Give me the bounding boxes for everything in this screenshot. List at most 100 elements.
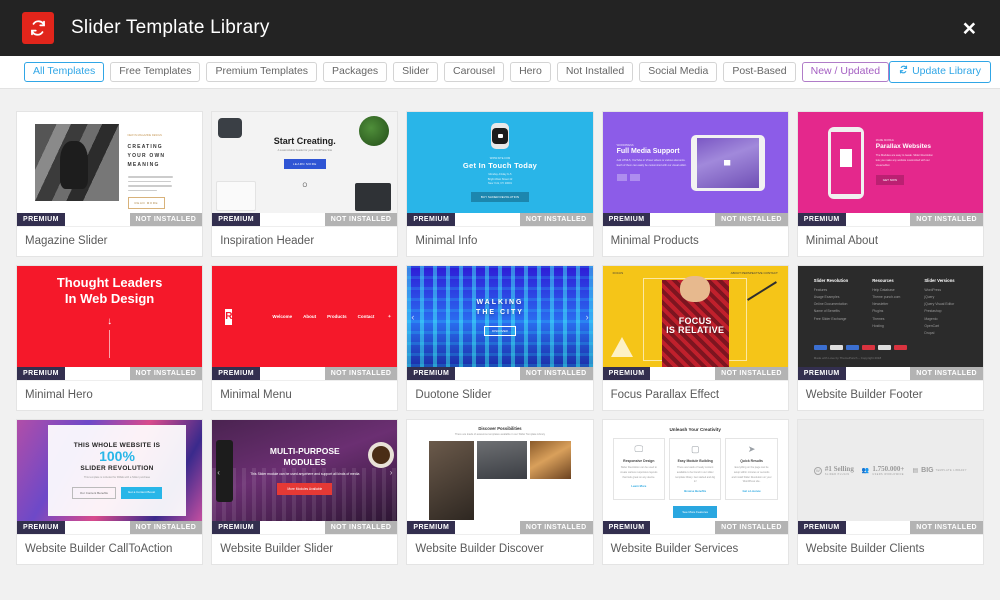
template-card[interactable]: Thought Leaders In Web Design ↓ PREMIUM … [16, 265, 204, 411]
card-title: Minimal Menu [212, 380, 398, 410]
card-title: Minimal About [797, 226, 983, 256]
payment-icons [813, 344, 967, 350]
filter-chip-free-templates[interactable]: Free Templates [110, 61, 201, 83]
service-boxes: 🖵 Responsive Design Slider Revolution ca… [612, 438, 778, 500]
thumb-heading: WALKING THE CITY [476, 298, 524, 317]
premium-badge: PREMIUM [407, 521, 456, 534]
template-card[interactable]: MADE MOBILE Parallax Websites The Module… [796, 111, 984, 257]
window-icon: ▢ [690, 444, 700, 454]
premium-badge: PREMIUM [17, 367, 65, 380]
footer-link: WordPress [924, 288, 942, 292]
thumb-heading: MULTI-PURPOSE MODULES [269, 446, 340, 467]
template-card[interactable]: ‹ › MULTI-PURPOSE MODULES This Slider mo… [211, 419, 399, 565]
smartwatch-icon [490, 123, 509, 150]
template-card[interactable]: NEW IN MAGAZINE DESIGN CREATING YOUR OWN… [16, 111, 204, 257]
template-grid-scroll[interactable]: NEW IN MAGAZINE DESIGN CREATING YOUR OWN… [0, 89, 1000, 600]
thumb-art-minimal-menu: R Welcome About Products Contact ✦ f ◎ [212, 266, 398, 367]
thumb-sub: This Slider module can be used anywhere … [250, 471, 360, 476]
card-badges: PREMIUM NOT INSTALLED [17, 521, 203, 534]
footer-link: Newsletter [872, 302, 889, 307]
filter-chip-slider[interactable]: Slider [393, 61, 439, 83]
template-card[interactable]: WWW.SITE.COM Get In Touch Today Monday–F… [406, 111, 594, 257]
footer-link: Magento [924, 316, 938, 321]
footer-link: jQuery Visual Editor [924, 302, 955, 307]
template-card[interactable]: W #1 Selling SLIDER PLUGIN 👥 1.750.000+ … [796, 419, 984, 565]
nav-item: Welcome [272, 314, 293, 319]
filter-chip-hero[interactable]: Hero [510, 61, 551, 83]
update-library-button[interactable]: Update Library [889, 61, 991, 83]
thumb-topnav: FOCUS ABOUT PERSPECTIVE CONTACT [613, 271, 778, 275]
service-title: Responsive Design [623, 459, 655, 463]
template-thumbnail: ‹ › MULTI-PURPOSE MODULES This Slider mo… [212, 420, 398, 521]
service-box: ➤ Quick Results Everything on the page c… [725, 438, 778, 500]
thumb-sub: A customizable header for your WordPress… [277, 149, 333, 153]
card-title: Website Builder Services [602, 534, 788, 564]
filter-chip-carousel[interactable]: Carousel [444, 61, 505, 83]
copyright-text: Made with Love by ThemePunch – Copyright… [813, 355, 882, 360]
service-desc: Slider Revolution can be used to create … [620, 466, 658, 479]
card-title: Minimal Info [407, 226, 593, 256]
card-title: Focus Parallax Effect [602, 380, 788, 410]
filter-chip-social-media[interactable]: Social Media [639, 61, 718, 83]
cta-line-2: 100% [99, 448, 135, 465]
template-card[interactable]: THIS WHOLE WEBSITE IS 100% SLIDER REVOLU… [16, 419, 204, 565]
client-stat-label: TEMPLATE LIBRARY [935, 469, 967, 472]
footer-link: Plugins [872, 309, 884, 314]
thumb-button: DISCOVER [484, 325, 516, 336]
filter-chip-packages[interactable]: Packages [323, 61, 388, 83]
thumb-art-magazine: NEW IN MAGAZINE DESIGN CREATING YOUR OWN… [17, 112, 203, 213]
premium-badge: PREMIUM [797, 367, 846, 380]
premium-badge: PREMIUM [212, 213, 261, 226]
update-library-label: Update Library [912, 64, 981, 77]
wordpress-icon: W [813, 466, 822, 475]
client-stat: W #1 Selling SLIDER PLUGIN [813, 465, 854, 476]
not-installed-badge: NOT INSTALLED [519, 367, 593, 380]
premium-badge: PREMIUM [602, 521, 651, 534]
page-title: Slider Template Library [71, 17, 270, 38]
filter-chip-all-templates[interactable]: All Templates [24, 61, 105, 83]
close-icon[interactable]: × [957, 13, 982, 44]
premium-badge: PREMIUM [212, 367, 261, 380]
send-icon: ➤ [747, 444, 756, 454]
thumb-heading: CREATING YOUR OWN MEANING [127, 144, 166, 169]
template-card[interactable]: Unleash Your Creativity 🖵 Responsive Des… [601, 419, 789, 565]
thumb-pager [616, 174, 692, 182]
template-card[interactable]: ‹ › WALKING THE CITY DISCOVER PREMIUM NO… [406, 265, 594, 411]
cta-outline-button: Our Content Benefits [71, 486, 116, 499]
template-thumbnail: NEW IN MAGAZINE DESIGN CREATING YOUR OWN… [17, 112, 203, 213]
footer-link: Features [813, 288, 828, 292]
thumb-art-minimal-about: MADE MOBILE Parallax Websites The Module… [797, 112, 983, 213]
template-card[interactable]: FOCUS ABOUT PERSPECTIVE CONTACT FOCUS IS… [601, 265, 789, 411]
thumb-sub: The Modules are easy to tweak. Slider Re… [875, 153, 933, 168]
footer-heading: Slider Versions [924, 278, 955, 283]
service-link: Learn More [631, 484, 647, 489]
card-title: Inspiration Header [212, 226, 398, 256]
client-stat-label: USERS WORLDWIDE [872, 473, 904, 476]
footer-link: Online Documentation [813, 302, 848, 307]
template-card[interactable]: Slider Revolution Features Usage Example… [796, 265, 984, 411]
cta-overlay: THIS WHOLE WEBSITE IS 100% SLIDER REVOLU… [48, 425, 186, 516]
service-title: Easy Module Building [677, 459, 713, 463]
template-card[interactable]: Discover Possibilities There are loads o… [406, 419, 594, 565]
template-card[interactable]: R Welcome About Products Contact ✦ f ◎ P… [211, 265, 399, 411]
filter-chip-premium-templates[interactable]: Premium Templates [206, 61, 318, 83]
footer-link: Help Database [872, 288, 895, 292]
filter-chip-new-updated[interactable]: New / Updated [801, 61, 890, 83]
mosaic-tile [429, 441, 475, 520]
filter-chip-not-installed[interactable]: Not Installed [556, 61, 634, 83]
template-card[interactable]: Start Creating. A customizable header fo… [211, 111, 399, 257]
template-card[interactable]: WORDPRESS Full Media Support Add HTML5, … [601, 111, 789, 257]
premium-badge: PREMIUM [212, 521, 261, 534]
template-thumbnail: Slider Revolution Features Usage Example… [797, 266, 983, 367]
thumb-art-services: Unleash Your Creativity 🖵 Responsive Des… [602, 420, 788, 521]
card-title: Duotone Slider [407, 380, 593, 410]
filter-chip-post-based[interactable]: Post-Based [723, 61, 796, 83]
service-desc: There are loads of ready content availab… [675, 466, 715, 484]
phone-icon [827, 126, 864, 199]
cta-sub: This template is included for FREE with … [83, 475, 151, 479]
thumb-photo [35, 124, 119, 201]
service-box: ▢ Easy Module Building There are loads o… [669, 438, 722, 500]
template-thumbnail: WWW.SITE.COM Get In Touch Today Monday–F… [407, 112, 593, 213]
not-installed-badge: NOT INSTALLED [519, 213, 593, 226]
footer-link: Hosting [872, 323, 884, 328]
